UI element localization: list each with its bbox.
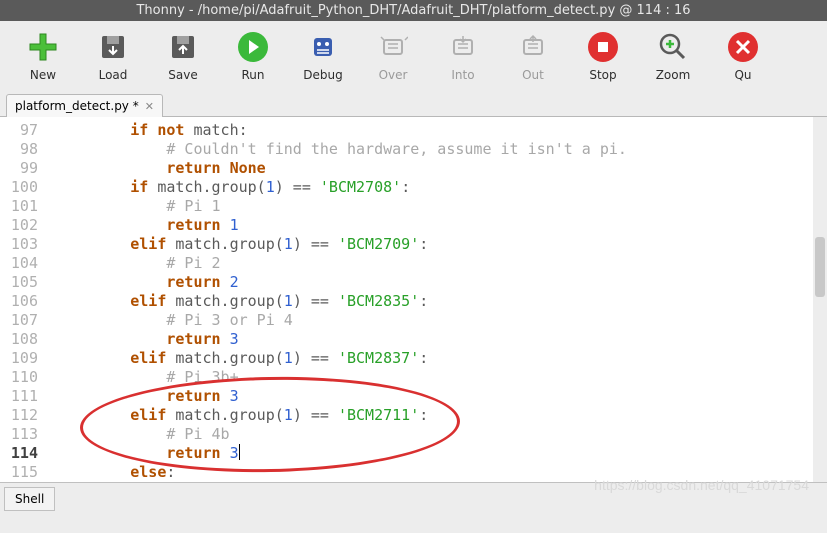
- over-button: Over: [358, 26, 428, 85]
- step-into-icon: [445, 29, 481, 65]
- vertical-scrollbar[interactable]: [813, 117, 827, 482]
- code-line[interactable]: return 3: [58, 330, 627, 349]
- stop-button[interactable]: Stop: [568, 26, 638, 85]
- code-line[interactable]: elif match.group(1) == 'BCM2835':: [58, 292, 627, 311]
- plus-icon: [25, 29, 61, 65]
- code-line[interactable]: return None: [58, 159, 627, 178]
- toolbar: New Load Save Run Debug Over Into: [0, 21, 827, 85]
- load-button[interactable]: Load: [78, 26, 148, 85]
- over-label: Over: [379, 68, 408, 82]
- into-label: Into: [451, 68, 474, 82]
- run-label: Run: [241, 68, 264, 82]
- code-line[interactable]: return 3: [58, 387, 627, 406]
- save-label: Save: [168, 68, 197, 82]
- code-line[interactable]: elif match.group(1) == 'BCM2711':: [58, 406, 627, 425]
- tab-name: platform_detect.py *: [15, 99, 139, 113]
- stop-icon: [585, 29, 621, 65]
- into-button: Into: [428, 26, 498, 85]
- quit-button[interactable]: Qu: [708, 26, 778, 85]
- zoom-label: Zoom: [656, 68, 691, 82]
- window-title: Thonny - /home/pi/Adafruit_Python_DHT/Ad…: [0, 0, 827, 21]
- zoom-button[interactable]: Zoom: [638, 26, 708, 85]
- stop-label: Stop: [589, 68, 616, 82]
- code-line[interactable]: return 3: [58, 444, 627, 463]
- save-icon: [165, 29, 201, 65]
- tab-close-icon[interactable]: ✕: [145, 100, 154, 113]
- debug-button[interactable]: Debug: [288, 26, 358, 85]
- code-line[interactable]: if not match:: [58, 121, 627, 140]
- code-line[interactable]: if match.group(1) == 'BCM2708':: [58, 178, 627, 197]
- code-line[interactable]: # Couldn't find the hardware, assume it …: [58, 140, 627, 159]
- save-button[interactable]: Save: [148, 26, 218, 85]
- load-label: Load: [99, 68, 128, 82]
- code-area[interactable]: if not match: # Couldn't find the hardwa…: [58, 117, 627, 482]
- load-icon: [95, 29, 131, 65]
- zoom-icon: [655, 29, 691, 65]
- step-over-icon: [375, 29, 411, 65]
- out-label: Out: [522, 68, 544, 82]
- close-icon: [725, 29, 761, 65]
- out-button: Out: [498, 26, 568, 85]
- play-icon: [235, 29, 271, 65]
- new-label: New: [30, 68, 56, 82]
- line-number-gutter: 9798991001011021031041051061071081091101…: [0, 117, 58, 482]
- code-line[interactable]: # Pi 4b: [58, 425, 627, 444]
- code-line[interactable]: return 1: [58, 216, 627, 235]
- run-button[interactable]: Run: [218, 26, 288, 85]
- code-line[interactable]: # Pi 2: [58, 254, 627, 273]
- bug-icon: [305, 29, 341, 65]
- code-line[interactable]: elif match.group(1) == 'BCM2709':: [58, 235, 627, 254]
- new-button[interactable]: New: [8, 26, 78, 85]
- editor-tab-bar: platform_detect.py * ✕: [0, 85, 827, 117]
- step-out-icon: [515, 29, 551, 65]
- code-line[interactable]: # Pi 3 or Pi 4: [58, 311, 627, 330]
- editor-tab[interactable]: platform_detect.py * ✕: [6, 94, 163, 117]
- watermark: https://blog.csdn.net/qq_41071754: [594, 477, 809, 493]
- code-line[interactable]: return 2: [58, 273, 627, 292]
- code-line[interactable]: else:: [58, 463, 627, 482]
- code-line[interactable]: # Pi 1: [58, 197, 627, 216]
- code-line[interactable]: # Pi 3b+: [58, 368, 627, 387]
- shell-tab[interactable]: Shell: [4, 487, 55, 511]
- scrollbar-thumb[interactable]: [815, 237, 825, 297]
- code-editor[interactable]: 9798991001011021031041051061071081091101…: [0, 117, 827, 482]
- quit-label: Qu: [734, 68, 751, 82]
- code-line[interactable]: elif match.group(1) == 'BCM2837':: [58, 349, 627, 368]
- debug-label: Debug: [303, 68, 342, 82]
